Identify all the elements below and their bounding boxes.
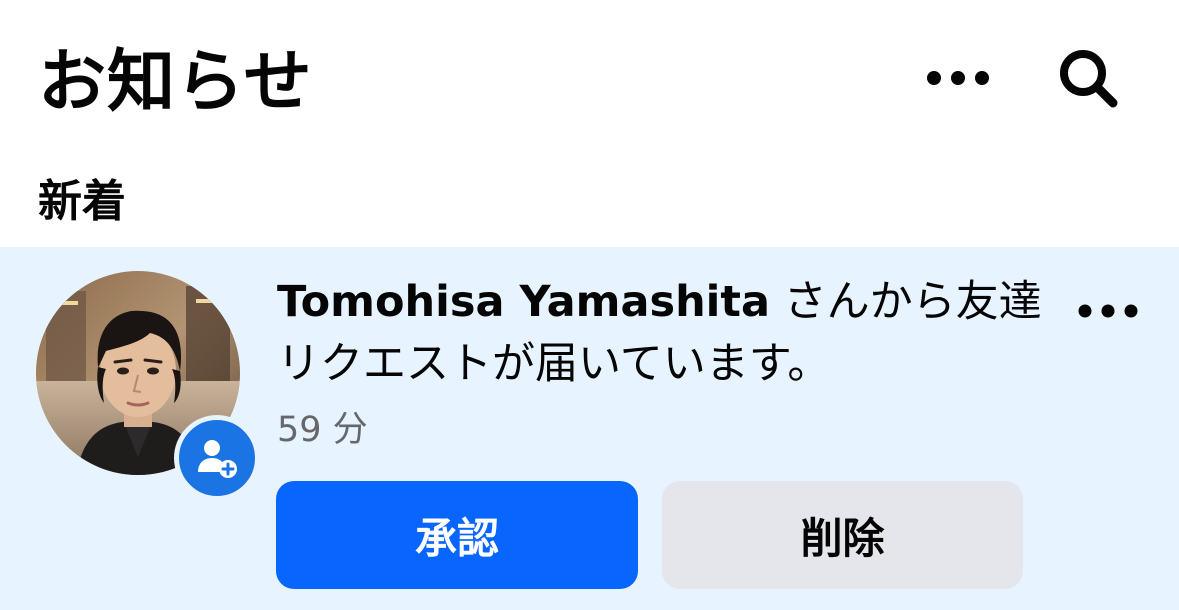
notification-message: Tomohisa Yamashita さんから友達リクエストが届いています。 — [277, 271, 1047, 395]
section-heading-new: 新着 — [38, 176, 126, 227]
top-bar: お知らせ — [0, 0, 1179, 160]
sender-name[interactable]: Tomohisa Yamashita — [277, 277, 770, 327]
avatar-container[interactable] — [36, 271, 262, 501]
notification-item[interactable]: Tomohisa Yamashita さんから友達リクエストが届いています。 5… — [0, 247, 1179, 610]
notification-more-button[interactable] — [1068, 291, 1148, 331]
friend-request-icon — [198, 440, 237, 478]
more-horizontal-icon — [927, 71, 989, 85]
notification-timestamp: 59 分 — [277, 410, 368, 450]
search-button[interactable] — [1050, 45, 1126, 111]
more-horizontal-icon — [1078, 304, 1138, 318]
delete-button[interactable]: 削除 — [662, 481, 1023, 589]
friend-request-badge — [174, 415, 260, 501]
confirm-button[interactable]: 承認 — [276, 481, 638, 589]
more-options-button[interactable] — [920, 55, 996, 101]
page-title: お知らせ — [38, 43, 313, 122]
search-icon — [1060, 50, 1118, 108]
